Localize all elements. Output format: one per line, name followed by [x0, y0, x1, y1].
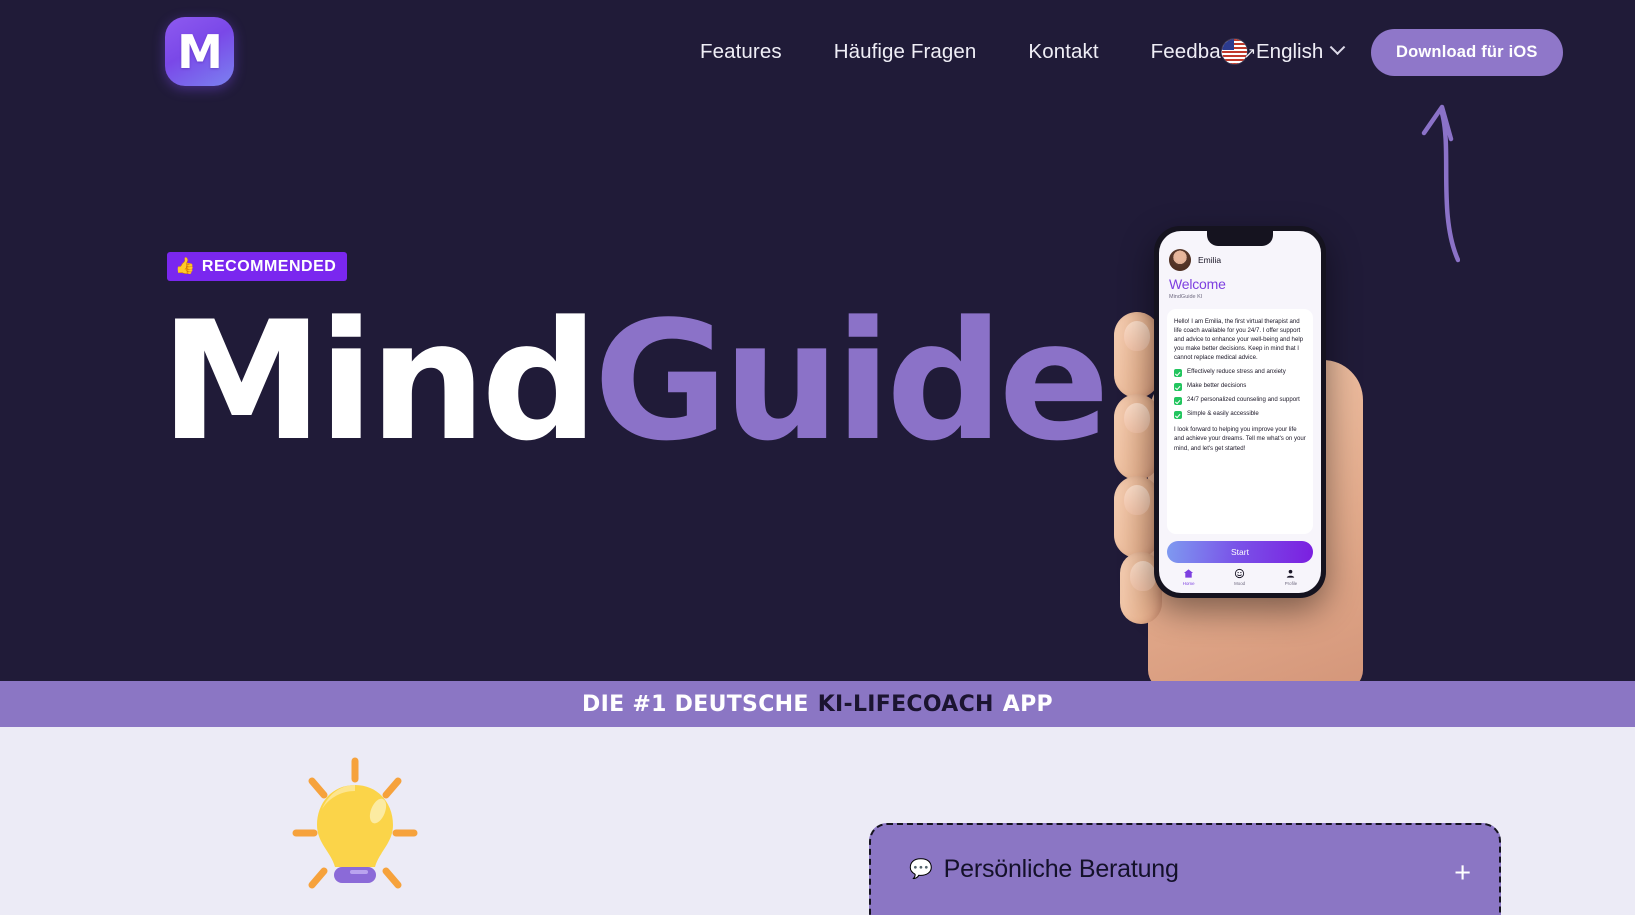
closing-paragraph: I look forward to helping you improve yo…: [1174, 426, 1306, 452]
nav-link-haeufige-fragen[interactable]: Häufige Fragen: [834, 40, 977, 64]
faq-header: 💬 Persönliche Beratung: [909, 855, 1179, 884]
phone-bottom-nav: Home Mood Profile: [1159, 563, 1321, 593]
hero-section: M Features Häufige Fragen Kontakt Feedba…: [0, 0, 1635, 681]
home-icon: [1184, 569, 1194, 578]
list-item: Simple & easily accessible: [1174, 410, 1306, 420]
list-item: Effectively reduce stress and anxiety: [1174, 368, 1306, 378]
start-button[interactable]: Start: [1167, 541, 1313, 563]
welcome-title: Welcome: [1169, 276, 1226, 292]
page-title: MindGuide: [160, 300, 1110, 464]
phone-nav-item-home[interactable]: Home: [1183, 568, 1195, 586]
logo-letter: M: [177, 24, 223, 79]
language-label: English: [1256, 39, 1324, 63]
banner-part-1: DIE #1 DEUTSCHE: [582, 691, 809, 717]
profile-icon: [1287, 569, 1295, 578]
phone-nav-label: Home: [1182, 581, 1195, 586]
banner-part-3: APP: [1002, 691, 1053, 717]
site-header: M Features Häufige Fragen Kontakt Feedba…: [0, 0, 1635, 103]
faq-expand-toggle[interactable]: +: [1454, 859, 1471, 888]
nav-label: Features: [700, 39, 782, 63]
benefit-label: Effectively reduce stress and anxiety: [1187, 368, 1286, 376]
curved-arrow-icon: [1421, 104, 1460, 263]
brand-logo[interactable]: M: [165, 17, 234, 86]
download-ios-button[interactable]: Download für iOS: [1371, 29, 1563, 76]
benefit-label: 24/7 personalized counseling and support: [1187, 396, 1300, 404]
phone-screen: Emilia Welcome MindGuide KI Hello! I am …: [1159, 231, 1321, 593]
phone-nav-item-mood[interactable]: Mood: [1234, 568, 1245, 586]
chat-bubble-icon: 💬: [909, 859, 933, 880]
intro-paragraph: Hello! I am Emilia, the first virtual th…: [1174, 318, 1304, 362]
nav-link-features[interactable]: Features: [700, 40, 782, 64]
benefit-label: Make better decisions: [1187, 382, 1247, 390]
phone-mockup: Emilia Welcome MindGuide KI Hello! I am …: [1154, 226, 1326, 598]
language-selector[interactable]: English: [1222, 0, 1346, 103]
nav-label: Häufige Fragen: [833, 39, 977, 63]
benefit-label: Simple & easily accessible: [1187, 410, 1259, 418]
chevron-down-icon: [1329, 39, 1346, 56]
main-navigation: Features Häufige Fragen Kontakt Feedback…: [700, 0, 1256, 103]
phone-nav-label: Profile: [1284, 581, 1298, 586]
check-icon: [1174, 369, 1182, 378]
check-icon: [1174, 397, 1182, 406]
mood-icon: [1235, 568, 1245, 579]
phone-nav-item-profile[interactable]: Profile: [1285, 568, 1297, 586]
faq-title: Persönliche Beratung: [943, 855, 1179, 883]
banner-part-2: KI-LIFECOACH: [817, 691, 994, 717]
tagline-banner: DIE #1 DEUTSCHE KI-LIFECOACH APP: [0, 681, 1635, 727]
phone-nav-label: Mood: [1234, 581, 1246, 586]
nav-link-kontakt[interactable]: Kontakt: [1028, 40, 1098, 64]
headline-mind: Mind: [160, 286, 599, 477]
user-name: Emilia: [1198, 255, 1222, 265]
headline-guide: Guide: [593, 286, 1110, 477]
thumbs-up-icon: 👍: [175, 257, 195, 275]
nav-label: Kontakt: [1028, 39, 1099, 63]
benefits-list: Effectively reduce stress and anxiety Ma…: [1174, 368, 1306, 420]
phone-notch: [1207, 231, 1273, 246]
avatar: [1169, 249, 1191, 271]
faq-accordion-item[interactable]: 💬 Persönliche Beratung +: [869, 823, 1501, 915]
check-icon: [1174, 383, 1182, 392]
list-item: Make better decisions: [1174, 382, 1306, 392]
recommended-badge-label: RECOMMENDED: [201, 257, 337, 275]
welcome-subtitle: MindGuide KI: [1169, 294, 1203, 301]
landing-page: M Features Häufige Fragen Kontakt Feedba…: [0, 0, 1635, 915]
chat-message-card: Hello! I am Emilia, the first virtual th…: [1167, 309, 1313, 534]
list-item: 24/7 personalized counseling and support: [1174, 396, 1306, 406]
us-flag-icon: [1222, 39, 1247, 64]
lightbulb-icon: [292, 757, 418, 889]
check-icon: [1174, 411, 1182, 420]
recommended-badge: 👍 RECOMMENDED: [167, 252, 348, 281]
